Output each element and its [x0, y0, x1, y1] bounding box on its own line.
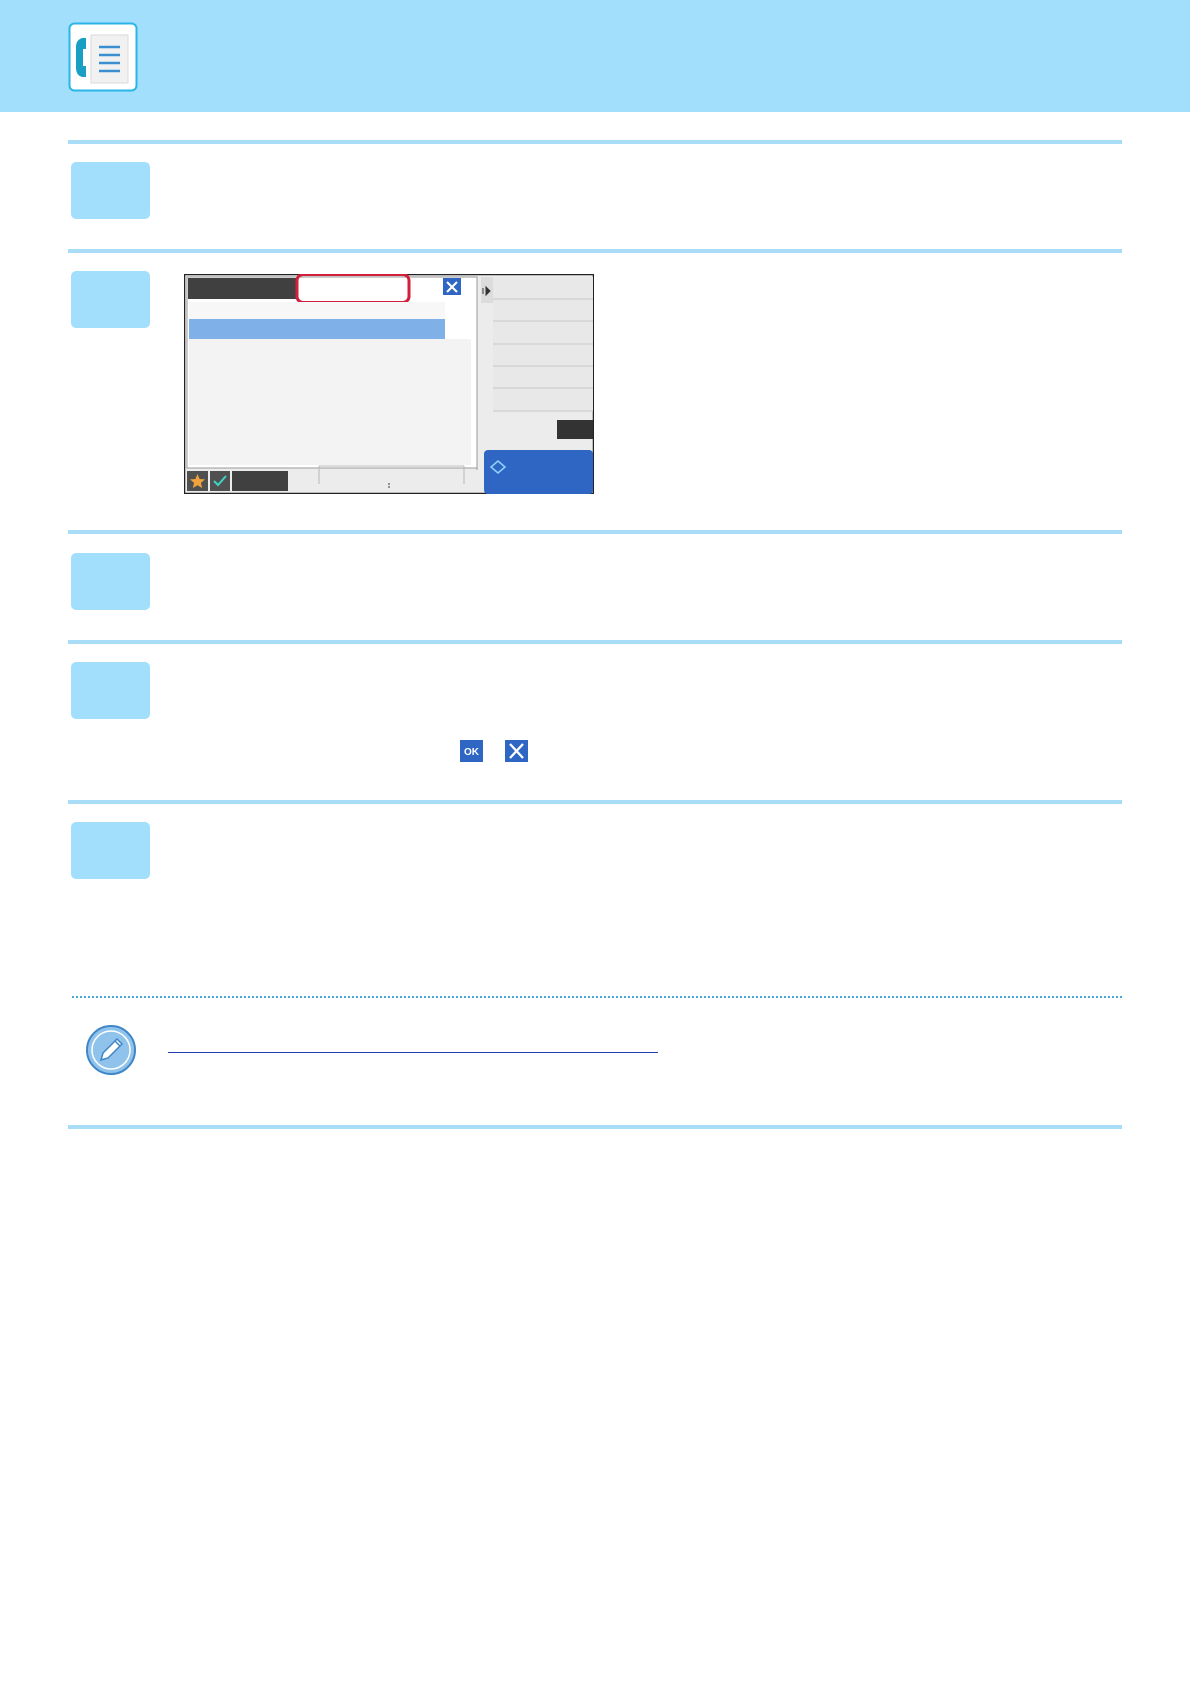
section-rule [68, 249, 1122, 253]
section-rule [68, 800, 1122, 804]
section-rule [68, 640, 1122, 644]
section-rule [68, 140, 1122, 144]
step-number-box-3 [71, 553, 150, 610]
pencil-note-icon [86, 1025, 136, 1075]
close-key-icon [505, 740, 528, 762]
step-number-box-5 [71, 822, 150, 879]
step-number-box-1 [71, 162, 150, 219]
start-button [484, 450, 593, 494]
panel-dark-button [557, 420, 593, 439]
selected-list-row [189, 319, 445, 339]
note-link[interactable] [168, 1052, 658, 1053]
fax-document-icon [68, 22, 138, 92]
section-rule [68, 1125, 1122, 1129]
tab-inactive [188, 278, 301, 299]
step-number-box-2 [71, 271, 150, 328]
control-panel-screenshot [184, 274, 594, 494]
ok-key-icon: OK [460, 740, 483, 762]
note-divider [72, 996, 1122, 998]
step-number-box-4 [71, 662, 150, 719]
svg-text:OK: OK [464, 747, 480, 758]
section-rule [68, 530, 1122, 534]
header-band [0, 0, 1190, 112]
